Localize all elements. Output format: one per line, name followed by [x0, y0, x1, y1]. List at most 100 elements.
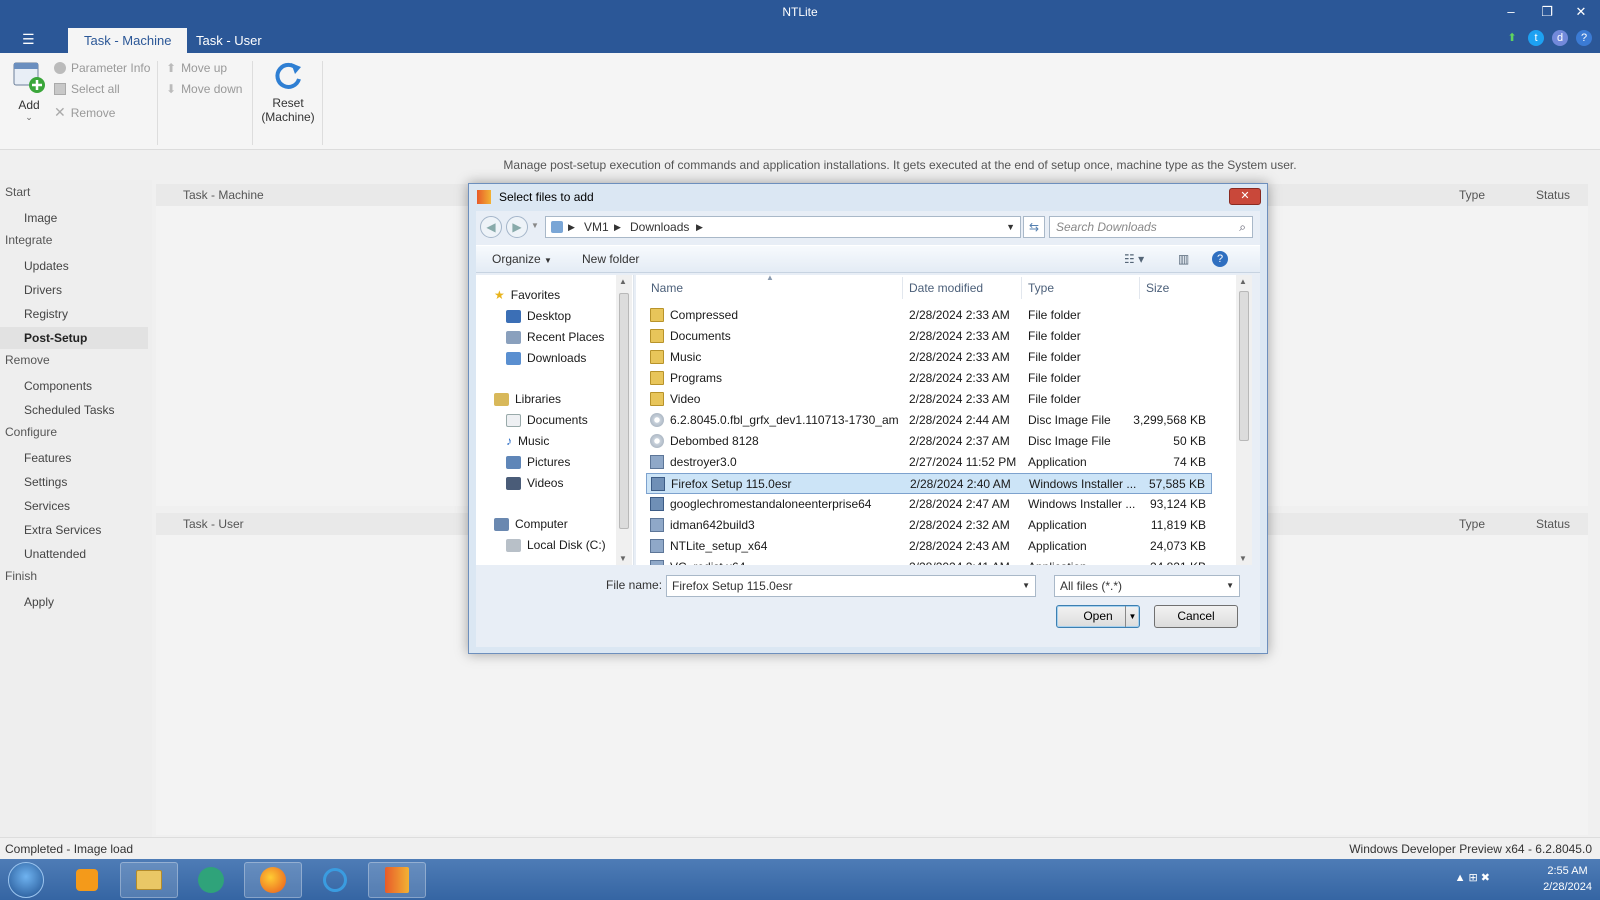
file-row[interactable]: Debombed 8128 2/28/2024 2:37 AM Disc Image…: [646, 431, 1212, 452]
nav-downloads[interactable]: Downloads: [506, 348, 586, 368]
sidebar-item-extra-services[interactable]: Extra Services: [0, 519, 148, 541]
file-row[interactable]: Programs 2/28/2024 2:33 AM File folder: [646, 368, 1212, 389]
column-header-size[interactable]: Size: [1146, 275, 1169, 301]
nav-libraries[interactable]: Libraries: [494, 389, 561, 409]
select-all-button[interactable]: Select all: [54, 82, 120, 96]
machine-col-type[interactable]: Type: [1459, 184, 1485, 206]
file-type-select[interactable]: All files (*.*) ▼: [1054, 575, 1240, 597]
sidebar-item-drivers[interactable]: Drivers: [0, 279, 148, 301]
sidebar-item-post-setup[interactable]: Post-Setup: [0, 327, 148, 349]
machine-col-status[interactable]: Status: [1536, 184, 1570, 206]
breadcrumb-vm1[interactable]: VM1: [584, 217, 609, 237]
sidebar-item-image[interactable]: Image: [0, 207, 148, 229]
start-button[interactable]: [8, 862, 44, 898]
file-row[interactable]: NTLite_setup_x64 2/28/2024 2:43 AM Applica…: [646, 536, 1212, 557]
internet-explorer-taskbar-icon[interactable]: [306, 862, 364, 898]
scroll-down-icon[interactable]: ▼: [1239, 554, 1247, 563]
nav-recent-places[interactable]: Recent Places: [506, 327, 604, 347]
app-circle-taskbar-icon[interactable]: [182, 862, 240, 898]
column-header-type[interactable]: Type: [1028, 275, 1054, 301]
user-col-type[interactable]: Type: [1459, 513, 1485, 535]
nav-pictures[interactable]: Pictures: [506, 452, 570, 472]
sidebar-item-settings[interactable]: Settings: [0, 471, 148, 493]
twitter-icon[interactable]: t: [1528, 30, 1544, 46]
file-name-input[interactable]: Firefox Setup 115.0esr ▼: [666, 575, 1036, 597]
chevron-down-icon[interactable]: ▼: [1006, 217, 1015, 237]
file-list-scrollbar[interactable]: ▲ ▼: [1236, 275, 1252, 565]
file-row[interactable]: idman642build3 2/28/2024 2:32 AM Applicati…: [646, 515, 1212, 536]
file-row[interactable]: Video 2/28/2024 2:33 AM File folder: [646, 389, 1212, 410]
taskbar-clock[interactable]: 2:55 AM 2/28/2024: [1543, 863, 1592, 895]
file-row[interactable]: Music 2/28/2024 2:33 AM File folder: [646, 347, 1212, 368]
explorer-taskbar-icon[interactable]: [120, 862, 178, 898]
nav-videos[interactable]: Videos: [506, 473, 563, 493]
file-row[interactable]: Firefox Setup 115.0esr 2/28/2024 2:40 AM W…: [646, 473, 1212, 494]
restore-button[interactable]: ❐: [1533, 3, 1561, 21]
update-arrow-icon[interactable]: ⬆: [1504, 30, 1520, 46]
sidebar-item-apply[interactable]: Apply: [0, 591, 148, 613]
reset-machine-button[interactable]: Reset (Machine): [258, 59, 318, 124]
open-button[interactable]: Open ▼: [1056, 605, 1140, 628]
cancel-button[interactable]: Cancel: [1154, 605, 1238, 628]
search-input[interactable]: Search Downloads ⌕: [1049, 216, 1253, 238]
nav-scrollbar[interactable]: ▲ ▼: [616, 275, 632, 565]
scroll-down-icon[interactable]: ▼: [619, 554, 627, 563]
organize-button[interactable]: Organize ▼: [492, 246, 552, 274]
close-button[interactable]: ✕: [1567, 3, 1595, 21]
address-bar[interactable]: ▶ VM1 ▶ Downloads ▶ ▼: [545, 216, 1021, 238]
tab-task-user[interactable]: Task - User: [180, 28, 278, 53]
chevron-down-icon[interactable]: ▼: [1022, 576, 1030, 596]
help-icon[interactable]: ?: [1576, 30, 1592, 46]
refresh-button[interactable]: ⇆: [1023, 216, 1045, 238]
breadcrumb-downloads[interactable]: Downloads: [630, 217, 689, 237]
help-icon[interactable]: ?: [1212, 251, 1228, 267]
nav-computer[interactable]: Computer: [494, 514, 568, 534]
ntlite-taskbar-icon[interactable]: [368, 862, 426, 898]
user-col-status[interactable]: Status: [1536, 513, 1570, 535]
sidebar-item-features[interactable]: Features: [0, 447, 148, 469]
file-row[interactable]: VC_redist.x64 2/28/2024 2:41 AM Applicatio…: [646, 557, 1212, 565]
tab-task-machine[interactable]: Task - Machine: [68, 28, 188, 53]
move-down-button[interactable]: ⬇ Move down: [166, 82, 242, 96]
parameter-info-button[interactable]: Parameter Info: [54, 61, 150, 75]
tray-icons[interactable]: ▲ ⊞ ✖: [1455, 871, 1490, 884]
recent-dropdown-icon[interactable]: ▼: [531, 221, 539, 230]
file-row[interactable]: googlechromestandaloneenterprise64 2/28/2…: [646, 494, 1212, 515]
sidebar-item-registry[interactable]: Registry: [0, 303, 148, 325]
nav-desktop[interactable]: Desktop: [506, 306, 571, 326]
preview-pane-icon[interactable]: ▥: [1178, 246, 1189, 272]
open-dropdown-icon[interactable]: ▼: [1125, 606, 1139, 627]
scroll-up-icon[interactable]: ▲: [619, 277, 627, 286]
dialog-close-button[interactable]: ✕: [1229, 188, 1261, 205]
file-row[interactable]: 6.2.8045.0.fbl_grfx_dev1.110713-1730_am.…: [646, 410, 1212, 431]
forward-arrow-icon[interactable]: ▶: [506, 216, 528, 238]
sidebar-item-components[interactable]: Components: [0, 375, 148, 397]
minimize-button[interactable]: –: [1497, 3, 1525, 21]
sidebar-item-updates[interactable]: Updates: [0, 255, 148, 277]
nav-favorites[interactable]: ★ Favorites: [494, 285, 560, 305]
scroll-up-icon[interactable]: ▲: [1239, 277, 1247, 286]
sidebar-item-scheduled-tasks[interactable]: Scheduled Tasks: [0, 399, 148, 421]
remove-button[interactable]: ✕ Remove: [54, 104, 115, 121]
menu-icon[interactable]: ☰: [22, 31, 35, 48]
move-up-button[interactable]: ⬆ Move up: [166, 61, 227, 75]
file-row[interactable]: destroyer3.0 2/27/2024 11:52 PM Applicatio…: [646, 452, 1212, 473]
sidebar-item-unattended[interactable]: Unattended: [0, 543, 148, 565]
add-button[interactable]: Add ⌄: [10, 59, 48, 123]
file-row[interactable]: Documents 2/28/2024 2:33 AM File folder: [646, 326, 1212, 347]
firefox-taskbar-icon[interactable]: [244, 862, 302, 898]
column-header-date[interactable]: Date modified: [909, 275, 983, 301]
back-arrow-icon[interactable]: ◀: [480, 216, 502, 238]
nav-local-disk[interactable]: Local Disk (C:): [506, 535, 606, 555]
view-options-icon[interactable]: ☷ ▾: [1124, 246, 1144, 272]
nav-scroll-thumb[interactable]: [619, 293, 629, 529]
discord-icon[interactable]: d: [1552, 30, 1568, 46]
sidebar-item-services[interactable]: Services: [0, 495, 148, 517]
nav-music[interactable]: ♪ Music: [506, 431, 549, 451]
file-scroll-thumb[interactable]: [1239, 291, 1249, 441]
file-row[interactable]: Compressed 2/28/2024 2:33 AM File folder: [646, 305, 1212, 326]
new-folder-button[interactable]: New folder: [582, 246, 639, 272]
column-header-name[interactable]: Name: [651, 275, 683, 301]
media-player-taskbar-icon[interactable]: [58, 862, 116, 898]
nav-documents[interactable]: Documents: [506, 410, 588, 430]
